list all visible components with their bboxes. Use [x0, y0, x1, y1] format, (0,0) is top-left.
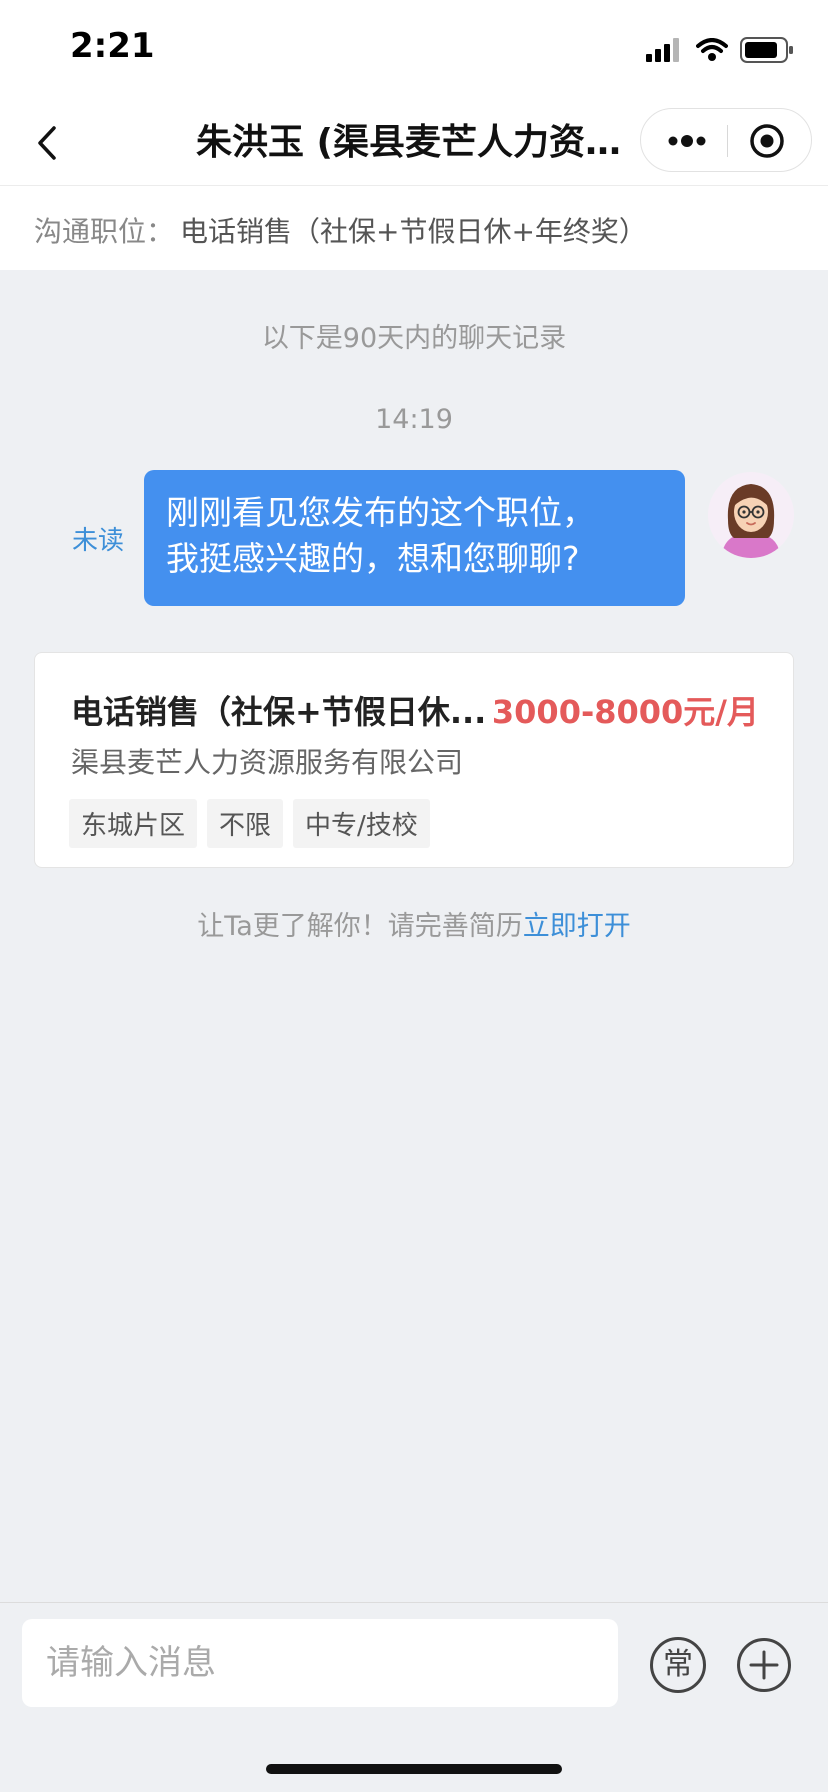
back-icon	[38, 126, 56, 160]
status-time: 2:21	[70, 26, 155, 66]
message-line: 我挺感兴趣的，想和您聊聊?	[166, 539, 580, 578]
job-tag-experience: 不限	[207, 799, 284, 848]
message-input[interactable]	[22, 1619, 618, 1707]
avatar[interactable]	[708, 472, 794, 558]
message-bubble[interactable]: 刚刚看见您发布的这个职位， 我挺感兴趣的，想和您聊聊?	[144, 470, 685, 606]
signal-icon	[646, 38, 679, 62]
close-target-icon	[750, 124, 784, 158]
job-card-tags: 东城片区 不限 中专/技校	[69, 799, 430, 848]
open-resume-link[interactable]: 立即打开	[523, 911, 631, 942]
message-timestamp: 14:19	[375, 404, 453, 435]
status-bar: 2:21	[0, 0, 828, 100]
mini-program-capsule	[640, 108, 812, 172]
job-card-title: 电话销售（社保+节假日休...	[71, 693, 487, 731]
history-note: 以下是90天内的聊天记录	[261, 323, 567, 354]
unread-status: 未读	[72, 526, 125, 556]
user-avatar-icon	[708, 472, 794, 558]
add-button[interactable]	[736, 1637, 792, 1693]
close-button[interactable]	[749, 123, 785, 159]
plus-circle-icon	[737, 1638, 791, 1692]
status-icons	[646, 34, 794, 66]
job-position-value: 电话销售（社保+节假日休+年终奖）	[180, 215, 647, 248]
job-card[interactable]: 电话销售（社保+节假日休... 3000-8000元/月 渠县麦芒人力资源服务有…	[34, 652, 794, 868]
resume-hint: 让Ta更了解你！请完善简历立即打开	[0, 904, 828, 943]
resume-hint-text: 让Ta更了解你！请完善简历	[197, 911, 523, 942]
job-position-label: 沟通职位：	[34, 215, 175, 248]
job-tag-location: 东城片区	[69, 799, 198, 848]
message-line: 刚刚看见您发布的这个职位，	[166, 493, 595, 532]
more-button[interactable]	[661, 125, 713, 157]
home-indicator[interactable]	[266, 1764, 562, 1774]
page-title: 朱洪玉 (渠县麦芒人力资源...	[196, 122, 636, 163]
battery-icon	[740, 37, 793, 63]
job-card-company: 渠县麦芒人力资源服务有限公司	[71, 746, 464, 779]
back-button[interactable]	[24, 118, 74, 168]
job-tag-education: 中专/技校	[293, 799, 430, 848]
more-icon	[668, 135, 706, 147]
nav-bar: 朱洪玉 (渠县麦芒人力资源...	[0, 100, 828, 186]
common-phrases-button[interactable]: 常	[650, 1637, 706, 1693]
job-card-salary: 3000-8000元/月	[491, 693, 759, 731]
capsule-divider	[727, 125, 728, 157]
wifi-icon	[696, 38, 728, 61]
job-position-bar[interactable]: 沟通职位： 电话销售（社保+节假日休+年终奖）	[0, 186, 828, 270]
